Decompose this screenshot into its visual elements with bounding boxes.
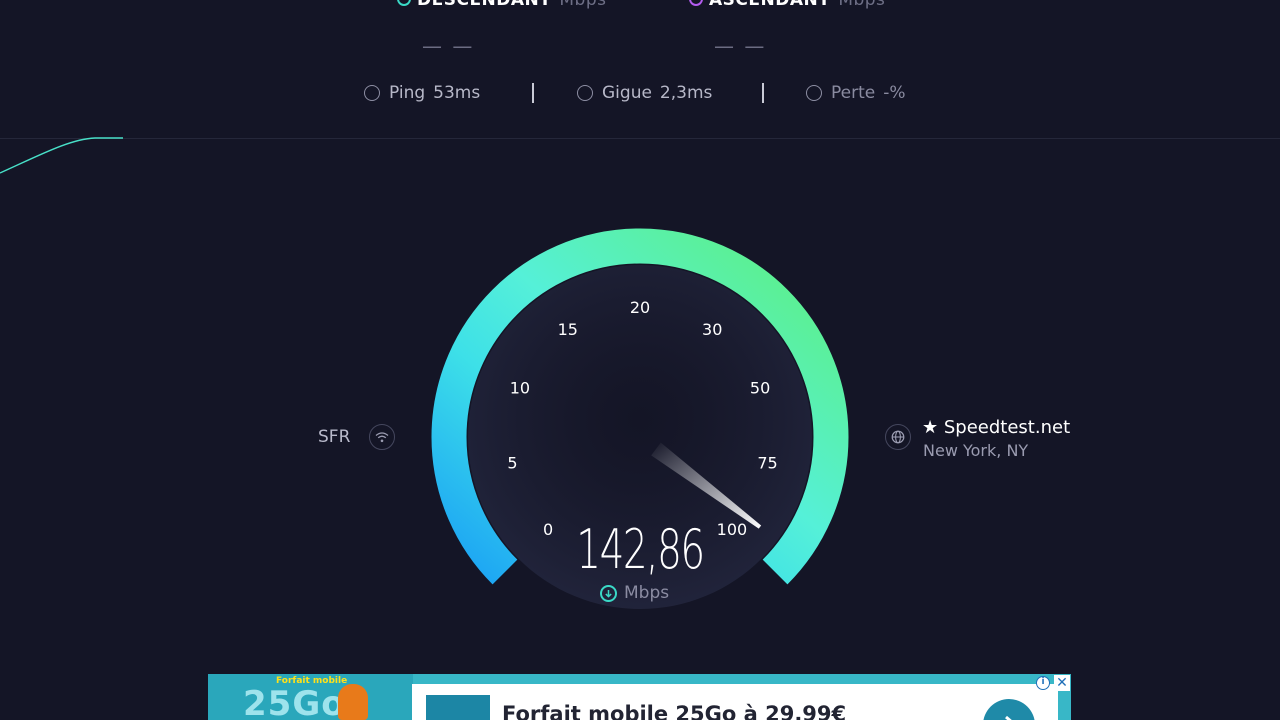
gauge-tick-label: 15: [558, 320, 578, 339]
download-icon: [600, 584, 617, 602]
ad-mascot-image: [338, 684, 368, 720]
speed-gauge: 05101520305075100: [431, 228, 849, 609]
speed-unit-row: Mbps: [600, 583, 669, 603]
gauge-tick-label: 50: [750, 378, 770, 397]
speed-unit: Mbps: [624, 583, 670, 603]
ad-close-icon[interactable]: ✕: [1054, 675, 1070, 691]
ad-headline[interactable]: Forfait mobile 25Go à 29,99€: [502, 702, 846, 720]
ad-cta-button[interactable]: [983, 699, 1035, 720]
gauge-tick-label: 30: [702, 320, 722, 339]
ad-graphic: Forfait mobile 25Go: [208, 674, 413, 720]
ad-info-icon[interactable]: i: [1036, 676, 1050, 690]
speed-value: 142,86: [576, 518, 705, 581]
ad-panel[interactable]: Forfait mobile 25Go à 29,99€: [412, 684, 1058, 720]
ad-logo: [426, 695, 490, 720]
ad-banner[interactable]: Forfait mobile 25Go Forfait mobile 25Go …: [208, 674, 1071, 720]
gauge-tick-label: 20: [630, 298, 650, 317]
gauge-tick-label: 75: [757, 453, 777, 472]
ad-big-text: 25Go: [243, 684, 346, 720]
chevron-right-icon: [1005, 715, 1012, 720]
gauge-tick-label: 10: [510, 378, 530, 397]
gauge-tick-label: 5: [507, 453, 517, 472]
